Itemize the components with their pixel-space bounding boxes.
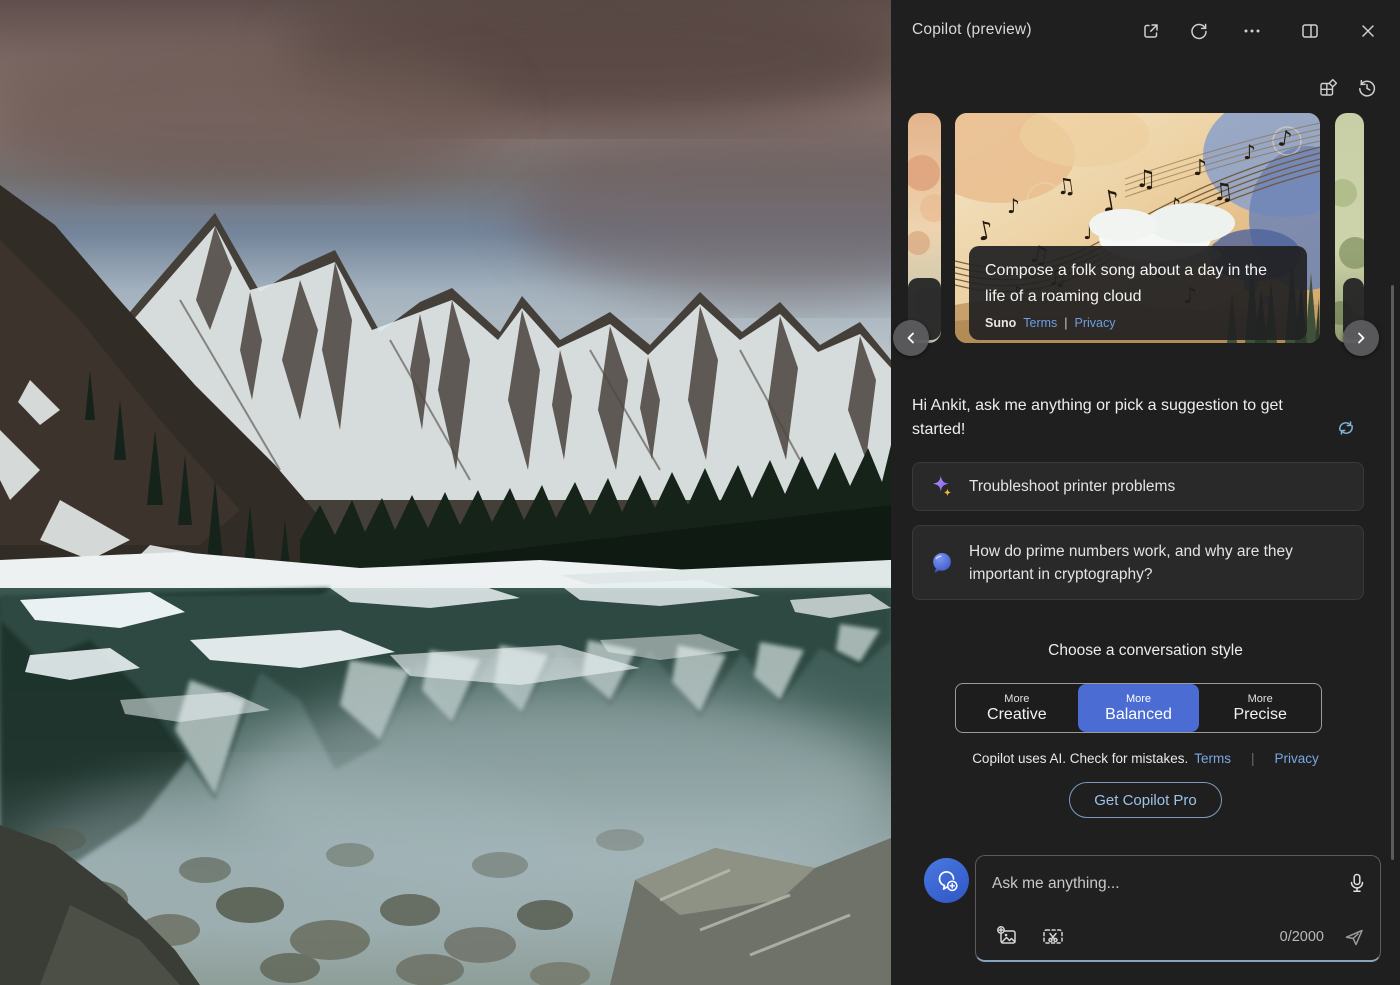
carousel-card[interactable]: ♪ ♪ ♫ ♫ ♪ ♪ ♫ ♪ ♪ ♫ ♪ ♪ ♫ ♪ ♪	[955, 113, 1320, 343]
microphone-icon[interactable]	[1346, 872, 1368, 894]
style-option-prefix: More	[1248, 693, 1273, 705]
conversation-style-heading: Choose a conversation style	[891, 642, 1400, 660]
style-option-name: Precise	[1234, 706, 1287, 724]
add-image-icon[interactable]	[996, 925, 1020, 949]
ask-input[interactable]	[992, 872, 1312, 896]
suggestion-card-printer[interactable]: Troubleshoot printer problems	[912, 462, 1364, 511]
carousel-card-previous[interactable]	[908, 113, 941, 343]
style-option-creative[interactable]: More Creative	[956, 684, 1078, 732]
send-icon[interactable]	[1342, 925, 1366, 949]
more-options-icon[interactable]	[1241, 20, 1263, 42]
carousel-separator: |	[1064, 316, 1067, 330]
split-view-icon[interactable]	[1299, 20, 1321, 42]
disclaimer-separator: |	[1251, 751, 1255, 766]
carousel-caption-text: Compose a folk song about a day in the l…	[985, 258, 1291, 310]
carousel-next-button[interactable]	[1343, 320, 1379, 356]
style-option-balanced[interactable]: More Balanced	[1078, 684, 1200, 732]
style-option-name: Balanced	[1105, 706, 1172, 724]
panel-scrollbar[interactable]	[1391, 285, 1394, 860]
chevron-left-icon	[904, 331, 918, 345]
svg-text:♪: ♪	[1243, 140, 1256, 164]
style-option-prefix: More	[1126, 693, 1151, 705]
history-icon[interactable]	[1356, 77, 1378, 99]
style-option-prefix: More	[1004, 693, 1029, 705]
refresh-icon[interactable]	[1188, 20, 1210, 42]
svg-text:♪: ♪	[1193, 156, 1207, 181]
svg-text:♫: ♫	[1211, 177, 1235, 207]
copilot-panel: Copilot (preview)	[891, 0, 1400, 985]
suggestion-text: Troubleshoot printer problems	[969, 475, 1175, 498]
carousel-terms-link[interactable]: Terms	[1023, 316, 1057, 330]
greeting-text: Hi Ankit, ask me anything or pick a sugg…	[912, 394, 1294, 442]
privacy-link[interactable]: Privacy	[1275, 751, 1319, 766]
svg-text:♫: ♫	[1135, 165, 1157, 193]
get-copilot-pro-button[interactable]: Get Copilot Pro	[1069, 782, 1222, 818]
char-counter: 0/2000	[1280, 929, 1324, 945]
new-topic-icon	[934, 868, 960, 894]
ai-disclaimer: Copilot uses AI. Check for mistakes. Ter…	[891, 751, 1400, 766]
desktop: Copilot (preview)	[0, 0, 1400, 985]
carousel-card-next[interactable]	[1335, 113, 1364, 343]
carousel-privacy-link[interactable]: Privacy	[1075, 316, 1116, 330]
disclaimer-text: Copilot uses AI. Check for mistakes.	[972, 751, 1188, 766]
close-icon[interactable]	[1357, 20, 1379, 42]
screenshot-icon[interactable]	[1040, 925, 1066, 949]
carousel-source: Suno	[985, 316, 1016, 330]
desktop-wallpaper	[0, 0, 891, 985]
new-topic-button[interactable]	[924, 858, 969, 903]
panel-title: Copilot (preview)	[912, 21, 1032, 39]
suggestion-carousel: ♪ ♪ ♫ ♫ ♪ ♪ ♫ ♪ ♪ ♫ ♪ ♪ ♫ ♪ ♪	[891, 113, 1400, 345]
chat-bubble-icon	[929, 550, 955, 576]
composer: 0/2000	[975, 855, 1381, 962]
swap-suggestions-icon[interactable]	[1335, 417, 1357, 439]
svg-text:♫: ♫	[1054, 173, 1077, 201]
suggestion-text: How do prime numbers work, and why are t…	[969, 540, 1319, 586]
carousel-caption: Compose a folk song about a day in the l…	[969, 246, 1307, 340]
style-option-name: Creative	[987, 706, 1047, 724]
chevron-right-icon	[1354, 331, 1368, 345]
carousel-prev-button[interactable]	[893, 320, 929, 356]
conversation-style-selector: More Creative More Balanced More Precise	[955, 683, 1322, 733]
terms-link[interactable]: Terms	[1194, 751, 1231, 766]
svg-text:♪: ♪	[1007, 194, 1020, 218]
sparkle-icon	[929, 474, 955, 500]
style-option-precise[interactable]: More Precise	[1199, 684, 1321, 732]
open-in-new-window-icon[interactable]	[1140, 20, 1162, 42]
suggestion-card-primes[interactable]: How do prime numbers work, and why are t…	[912, 525, 1364, 600]
plugins-icon[interactable]	[1317, 77, 1339, 99]
